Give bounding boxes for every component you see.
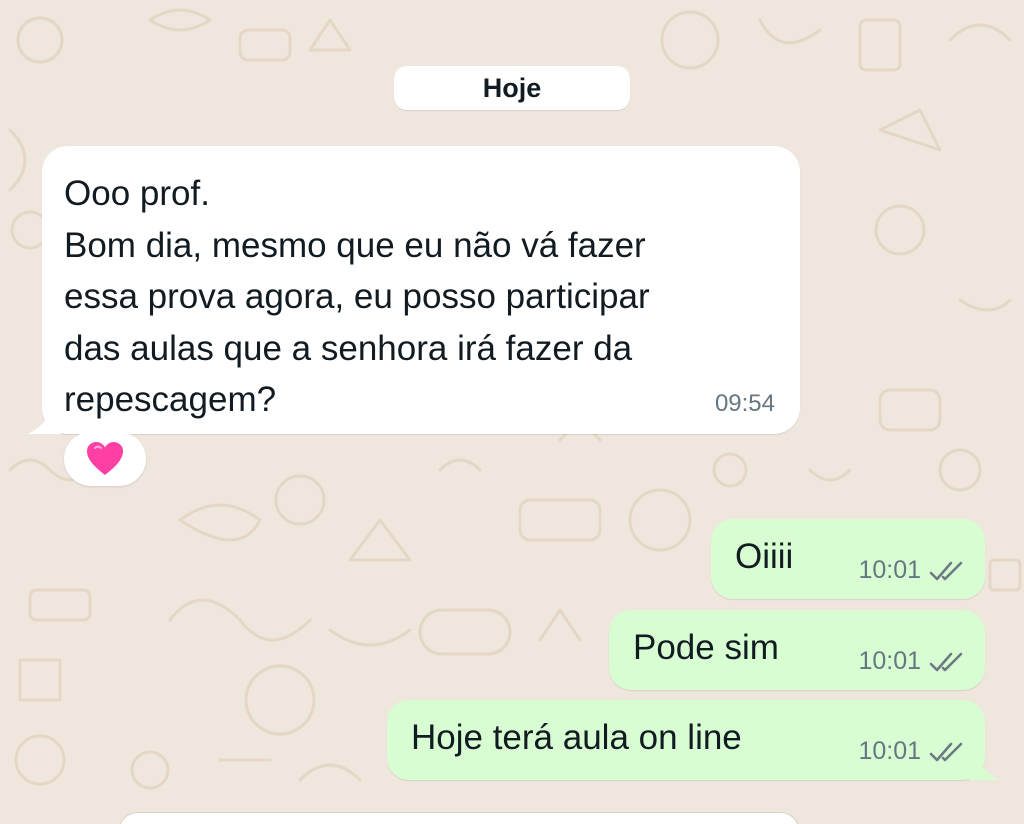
message-text-line: Ooo prof. (64, 174, 210, 213)
read-double-check-icon (929, 742, 963, 761)
read-double-check-icon (929, 561, 963, 580)
message-text: Oiiii (735, 537, 794, 576)
message-text: Hoje terá aula on line (411, 718, 742, 757)
outgoing-message-bubble[interactable]: Pode sim 10:01 (609, 610, 985, 690)
message-text-line: repescagem? (64, 380, 277, 420)
message-meta: 10:01 (858, 737, 965, 766)
message-text-line: essa prova agora, eu posso participar (64, 277, 650, 317)
bubble-tail-icon (27, 406, 61, 434)
message-meta: 10:01 (858, 556, 965, 585)
message-timestamp: 10:01 (858, 647, 921, 675)
outgoing-message-bubble[interactable]: Hoje terá aula on line 10:01 (387, 700, 999, 780)
read-double-check-icon (929, 652, 963, 671)
message-input-bar[interactable] (118, 812, 800, 824)
date-separator-label: Hoje (482, 72, 542, 103)
bubble-tail-icon (969, 754, 999, 780)
message-timestamp: 10:01 (858, 737, 921, 765)
message-meta: 10:01 (858, 647, 965, 676)
message-text-line: Bom dia, mesmo que eu não vá fazer (64, 225, 646, 265)
message-timestamp: 10:01 (858, 556, 921, 584)
message-reaction[interactable] (64, 432, 146, 486)
date-separator: Hoje (394, 66, 630, 110)
message-timestamp: 09:54 (714, 390, 775, 417)
heart-icon (87, 442, 123, 475)
message-text-line: das aulas que a senhora irá fazer da (64, 328, 633, 368)
incoming-message-bubble[interactable]: Ooo prof. Bom dia, mesmo que eu não vá f… (27, 146, 800, 434)
outgoing-message-bubble[interactable]: Oiiii 10:01 (711, 519, 985, 599)
message-text: Pode sim (633, 628, 779, 667)
